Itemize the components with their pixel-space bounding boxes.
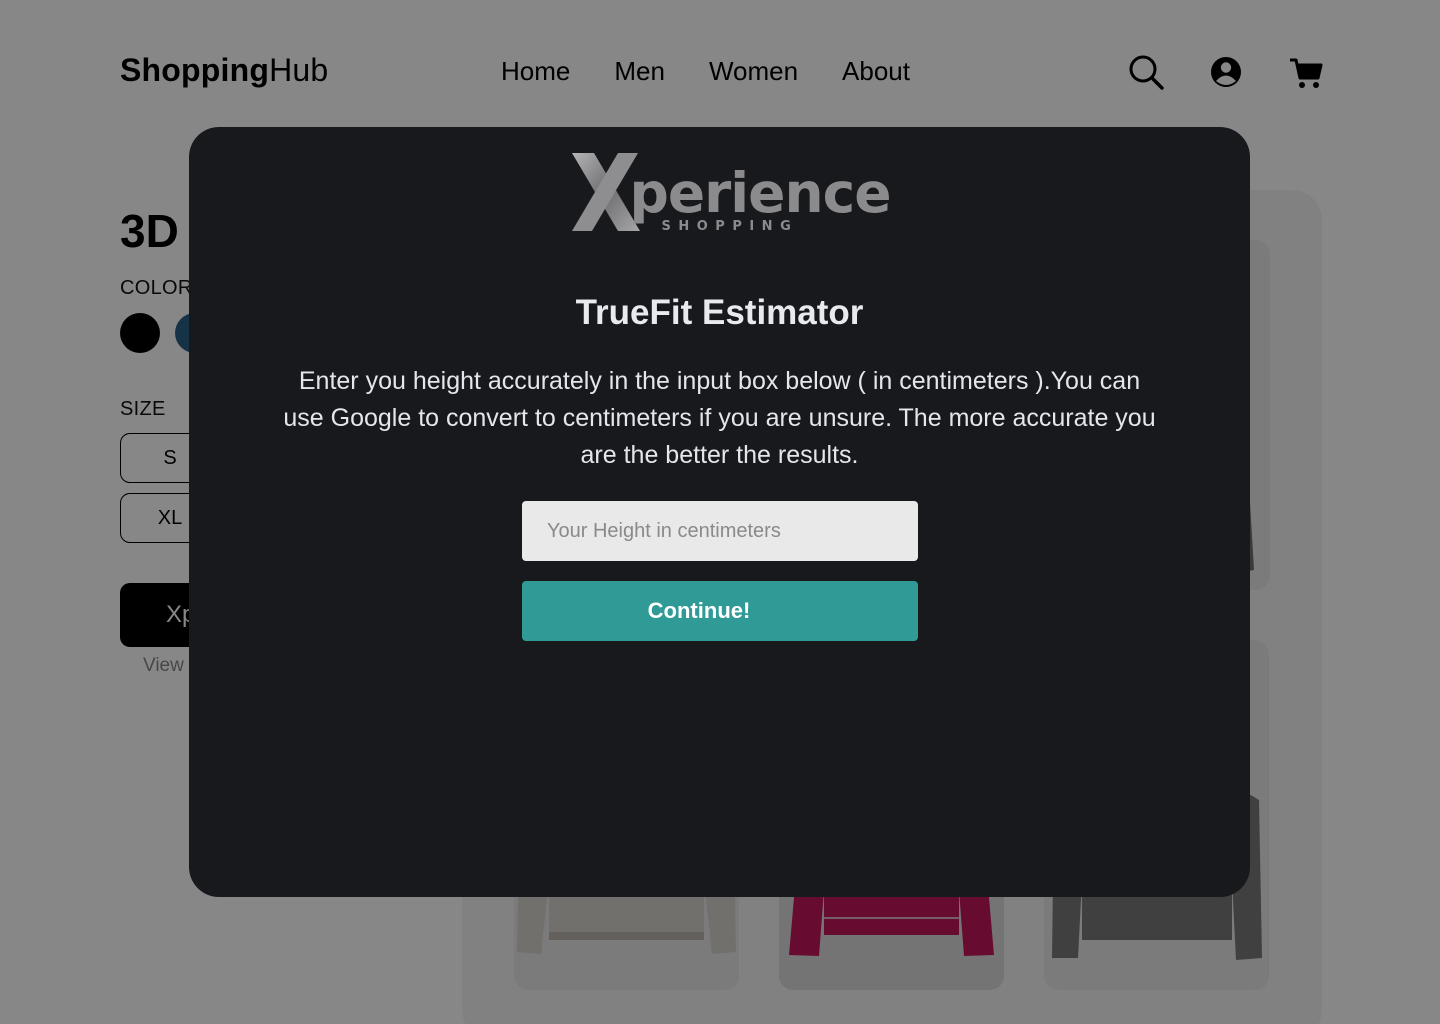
brand-subtitle: SHOPPING xyxy=(661,219,799,234)
continue-button[interactable]: Continue! xyxy=(522,581,918,641)
height-input[interactable] xyxy=(522,501,918,561)
xperience-logo: perience SHOPPING xyxy=(189,147,1250,242)
truefit-modal: perience SHOPPING TrueFit Estimator Ente… xyxy=(189,127,1250,897)
modal-description: Enter you height accurately in the input… xyxy=(283,367,1156,469)
brand-wordmark: perience xyxy=(629,161,892,225)
modal-title: TrueFit Estimator xyxy=(575,293,864,332)
